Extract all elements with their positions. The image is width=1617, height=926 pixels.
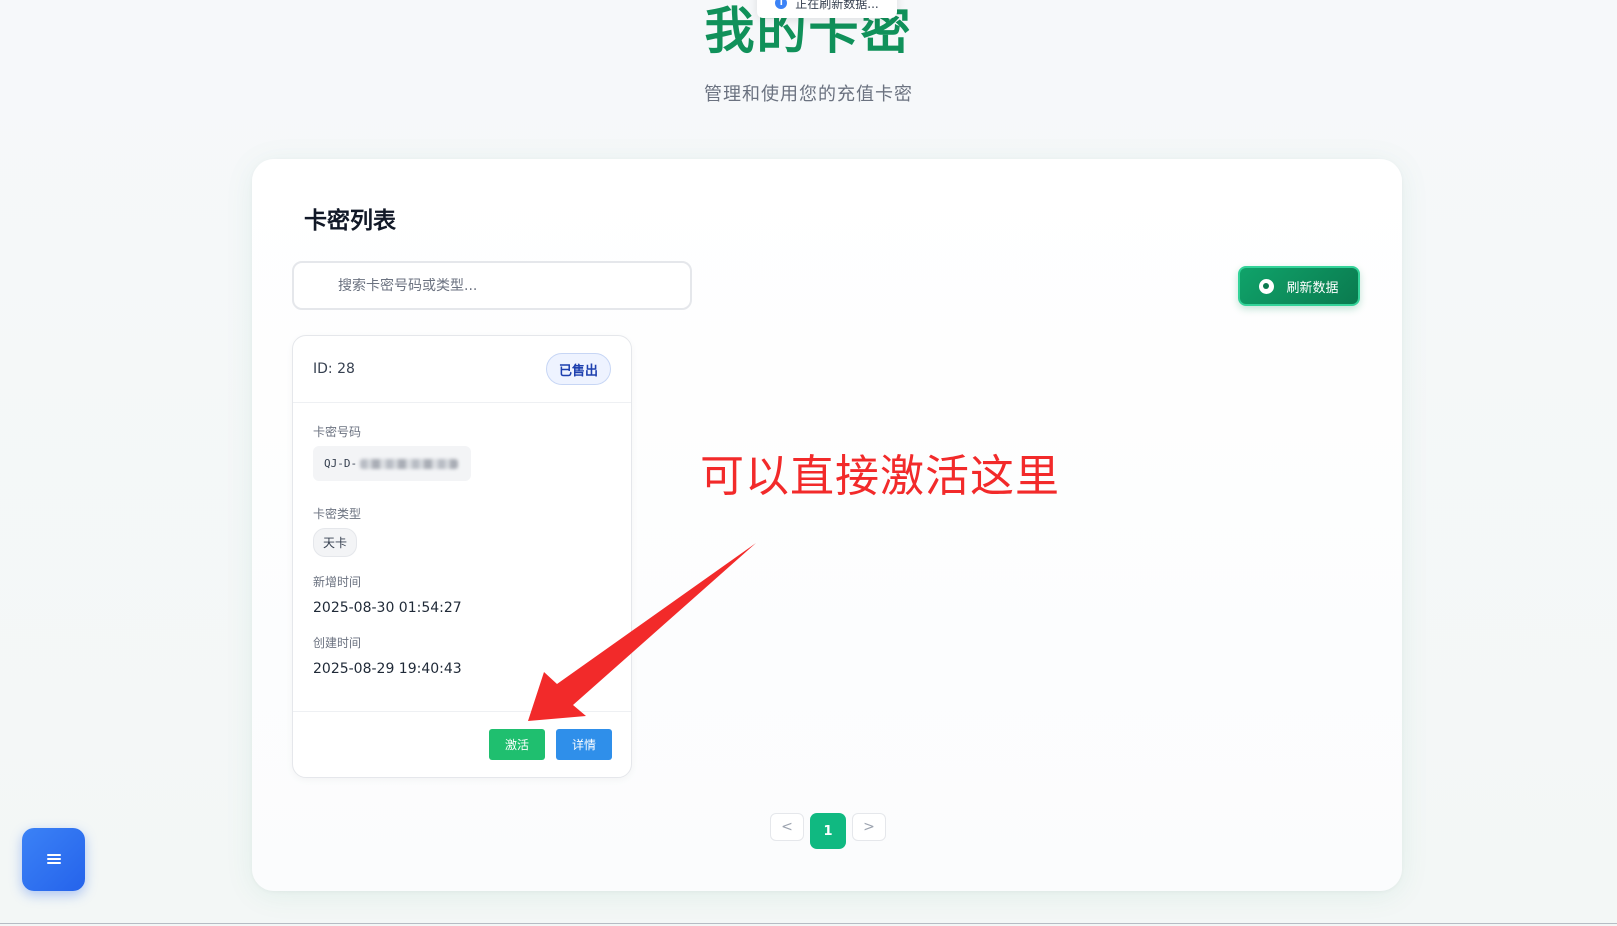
annotation-arrow [528, 543, 756, 721]
arrow-shape [528, 543, 756, 721]
